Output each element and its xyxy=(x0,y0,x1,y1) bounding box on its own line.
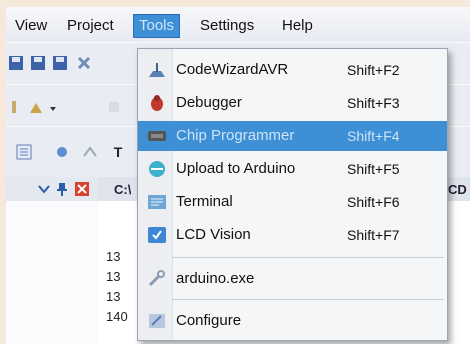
editor-tab[interactable]: C:\ xyxy=(114,182,131,197)
save-icon[interactable] xyxy=(8,55,24,71)
menu-tools[interactable]: Tools xyxy=(133,14,181,38)
menu-item-chip-programmer[interactable]: Chip Programmer Shift+F4 xyxy=(138,121,447,151)
menu-project[interactable]: Project xyxy=(62,15,119,37)
menu-item-label: Debugger xyxy=(176,94,242,111)
menu-item-label: CodeWizardAVR xyxy=(176,61,289,78)
terminal-icon xyxy=(147,193,167,211)
menu-item-label: arduino.exe xyxy=(176,270,255,287)
pin-icon[interactable] xyxy=(54,181,70,197)
save-all-icon[interactable] xyxy=(52,55,68,71)
lcd-icon xyxy=(147,226,167,244)
codewizard-icon xyxy=(147,61,167,79)
close-icon[interactable] xyxy=(74,181,90,197)
build-icon[interactable] xyxy=(6,99,22,115)
menu-item-shortcut: Shift+F7 xyxy=(347,227,400,243)
menu-view[interactable]: View xyxy=(10,15,52,37)
tool-icon[interactable] xyxy=(106,99,122,115)
configure-icon xyxy=(147,312,167,330)
menu-item-shortcut: Shift+F6 xyxy=(347,194,400,210)
navigator-panel xyxy=(6,177,99,344)
menu-item-shortcut: Shift+F5 xyxy=(347,161,400,177)
menu-item-terminal[interactable]: Terminal Shift+F6 xyxy=(138,187,447,217)
menu-item-label: Upload to Arduino xyxy=(176,160,296,177)
line-number: 13 xyxy=(106,249,121,264)
line-gutter: 13 13 13 140 xyxy=(106,247,128,327)
indent-icon[interactable] xyxy=(16,144,32,160)
menu-item-configure[interactable]: Configure xyxy=(138,306,447,336)
menu-item-upload-arduino[interactable]: Upload to Arduino Shift+F5 xyxy=(138,154,447,184)
bug-icon xyxy=(147,94,167,112)
menu-project-label: Project xyxy=(67,17,114,34)
tools-menu: CodeWizardAVR Shift+F2 Debugger Shift+F3… xyxy=(137,48,448,341)
dropdown-icon[interactable] xyxy=(36,181,52,197)
navigator-header xyxy=(6,177,98,201)
menu-item-shortcut: Shift+F3 xyxy=(347,95,400,111)
chip-icon xyxy=(147,127,167,145)
save-as-icon[interactable] xyxy=(30,55,46,71)
menu-item-debugger[interactable]: Debugger Shift+F3 xyxy=(138,88,447,118)
line-number: 13 xyxy=(106,269,121,284)
menu-item-label: Configure xyxy=(176,312,242,329)
menu-item-lcd-vision[interactable]: LCD Vision Shift+F7 xyxy=(138,220,447,250)
line-number: 140 xyxy=(106,309,128,324)
line-number: 13 xyxy=(106,289,121,304)
jump-icon[interactable] xyxy=(82,144,98,160)
menu-item-label: Chip Programmer xyxy=(176,127,295,144)
editor-tab-right[interactable]: CD xyxy=(448,182,467,197)
menu-separator xyxy=(172,257,444,258)
menu-help-label: Help xyxy=(282,17,313,34)
menu-help[interactable]: Help xyxy=(277,15,318,37)
menu-item-shortcut: Shift+F2 xyxy=(347,62,400,78)
menu-tools-label: Tools xyxy=(139,17,175,34)
menu-settings-label: Settings xyxy=(200,17,255,34)
make-dropdown-icon[interactable] xyxy=(28,99,58,115)
wrench-icon xyxy=(147,270,167,288)
menu-item-label: LCD Vision xyxy=(176,226,251,243)
menu-separator xyxy=(172,299,444,300)
text-icon[interactable]: T xyxy=(110,144,126,160)
bookmark-icon[interactable] xyxy=(54,144,70,160)
menu-item-codewizard[interactable]: CodeWizardAVR Shift+F2 xyxy=(138,55,447,85)
menu-item-label: Terminal xyxy=(176,193,233,210)
menu-item-arduino-exe[interactable]: arduino.exe xyxy=(138,264,447,294)
arduino-icon xyxy=(147,160,167,178)
menu-item-shortcut: Shift+F4 xyxy=(347,128,400,144)
menu-bar: View Project Tools Settings Help xyxy=(6,7,470,42)
app-window: View Project Tools Settings Help T C:\ C… xyxy=(6,7,470,344)
close-file-icon[interactable] xyxy=(76,55,92,71)
menu-view-label: View xyxy=(15,17,48,34)
menu-settings[interactable]: Settings xyxy=(195,15,259,37)
